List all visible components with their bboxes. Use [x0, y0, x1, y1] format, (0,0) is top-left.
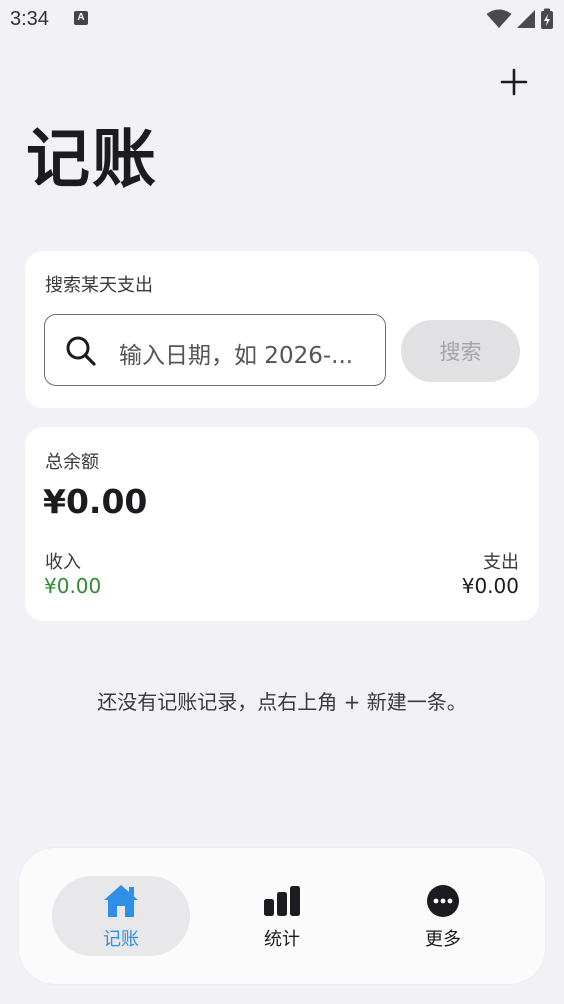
plus-icon — [500, 68, 528, 96]
income-label: 收入 — [45, 552, 81, 573]
nav-item-records[interactable]: 记账 — [52, 876, 190, 956]
search-card: 搜索某天支出 输入日期，如 2026-... 搜索 — [25, 251, 539, 408]
total-balance-label: 总余额 — [45, 452, 99, 473]
home-icon — [104, 885, 138, 917]
search-icon — [66, 336, 96, 366]
nav-label-statistics: 统计 — [264, 929, 300, 950]
app-screen: 3:34 A 记账 搜索某天支出 输入日期，如 2026-... 搜索 总余额 … — [0, 0, 564, 1004]
bar-chart-icon — [264, 886, 300, 916]
income-value: ¥0.00 — [44, 574, 102, 598]
page-title: 记账 — [26, 123, 158, 197]
nav-item-statistics[interactable]: 统计 — [213, 876, 351, 956]
status-time: 3:34 — [10, 8, 49, 30]
nav-label-more: 更多 — [425, 929, 461, 950]
status-indicators — [486, 8, 554, 30]
date-search-input[interactable]: 输入日期，如 2026-... — [44, 314, 386, 386]
add-record-button[interactable] — [494, 62, 534, 102]
bottom-navigation: 记账 统计 更多 — [19, 848, 545, 984]
search-label: 搜索某天支出 — [45, 275, 153, 296]
balance-card: 总余额 ¥0.00 收入 ¥0.00 支出 ¥0.00 — [25, 427, 539, 621]
search-button[interactable]: 搜索 — [401, 320, 520, 382]
status-bar: 3:34 A — [0, 0, 564, 40]
nav-label-records: 记账 — [103, 929, 139, 950]
expense-label: 支出 — [483, 552, 519, 573]
total-balance-value: ¥0.00 — [43, 482, 148, 521]
more-icon — [427, 885, 459, 917]
nav-item-more[interactable]: 更多 — [374, 876, 512, 956]
search-placeholder: 输入日期，如 2026-... — [119, 343, 354, 369]
battery-icon — [541, 8, 553, 29]
expense-value: ¥0.00 — [461, 574, 519, 598]
signal-icon — [517, 10, 535, 28]
empty-state-message: 还没有记账记录，点右上角 + 新建一条。 — [97, 690, 467, 714]
wifi-icon — [486, 9, 512, 28]
notification-icon: A — [74, 11, 88, 25]
